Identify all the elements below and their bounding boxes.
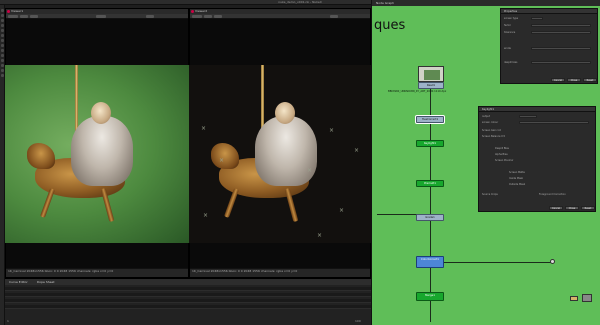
draw-icon[interactable] bbox=[1, 9, 4, 12]
properties-panel-b[interactable]: Keylight1 output screen colour Screen Ga… bbox=[478, 106, 596, 212]
viewer-info-text: 1K_Carnival 2048x1556 bbox: 0 0 2048 155… bbox=[192, 269, 298, 273]
channel-select[interactable] bbox=[192, 15, 202, 18]
prop-row-label: despill bias bbox=[504, 61, 518, 64]
prop-tolerance-slider[interactable] bbox=[531, 31, 591, 34]
tab-curve-editor[interactable]: Curve Editor bbox=[9, 279, 28, 285]
frame-end[interactable]: 100 bbox=[355, 319, 361, 323]
viewer-tab-icon bbox=[7, 10, 10, 13]
tab-dope-sheet[interactable]: Dope Sheet bbox=[37, 279, 55, 285]
prop-row-label: screen colour bbox=[482, 121, 499, 124]
deep-icon[interactable] bbox=[1, 64, 4, 67]
node-read[interactable]: Read1 bbox=[418, 82, 444, 89]
prop-screen-type-field[interactable] bbox=[531, 17, 543, 20]
prop-row-label: Despill Bias bbox=[495, 147, 509, 150]
cancel-button[interactable]: Cancel bbox=[551, 78, 565, 82]
timeline-track[interactable] bbox=[5, 293, 371, 297]
prop-row-label: tolerance bbox=[504, 31, 516, 34]
views-icon[interactable] bbox=[1, 49, 4, 52]
prop-row-label: Outside Mask bbox=[509, 183, 526, 186]
properties-header: Properties bbox=[501, 9, 597, 14]
toolsets-icon[interactable] bbox=[1, 69, 4, 72]
particles-icon[interactable] bbox=[1, 59, 4, 62]
node-wire bbox=[434, 262, 554, 263]
prop-row-label: erode bbox=[504, 47, 511, 50]
node-colorcorrect[interactable]: ColorCorrect1 bbox=[416, 256, 444, 268]
node-graph-title: ques bbox=[374, 18, 406, 33]
cancel-button[interactable]: Cancel bbox=[549, 206, 563, 210]
node-icon[interactable] bbox=[1, 14, 4, 17]
layer-select[interactable] bbox=[204, 15, 212, 18]
viewer-info-bar: 1K_Carnival 2048x1556 bbox: 0 0 2048 155… bbox=[190, 268, 370, 277]
prop-row-label: Screen Gain 1.0 bbox=[482, 129, 502, 132]
node-merge[interactable]: Merge1 bbox=[416, 292, 444, 301]
prop-screen-colour[interactable] bbox=[519, 121, 589, 124]
prop-row-label: output bbox=[482, 115, 490, 118]
thumbnail-image bbox=[424, 70, 440, 80]
input-a-select[interactable] bbox=[30, 15, 38, 18]
viewer-toolbar bbox=[190, 14, 370, 19]
prop-despill-slider[interactable] bbox=[531, 61, 591, 64]
node-graph-tabbar: Node Graph bbox=[372, 0, 600, 6]
keyer-icon[interactable] bbox=[1, 24, 4, 27]
timeline-tabs: Curve Editor Dope Sheet bbox=[5, 279, 371, 285]
properties-title: Keylight1 bbox=[482, 108, 495, 111]
prop-output-select[interactable] bbox=[519, 115, 537, 118]
properties-title: Properties bbox=[504, 10, 518, 13]
node-premult[interactable]: Premult1 bbox=[416, 180, 444, 187]
prop-row-label: Screen Balance 0.5 bbox=[482, 135, 506, 138]
timeline-track[interactable] bbox=[5, 305, 371, 309]
reset-button[interactable]: Reset bbox=[581, 206, 595, 210]
viewer-right[interactable]: Viewer2 1K_Carnival 2048x1556 bbox: 0 0 … bbox=[189, 8, 371, 278]
node-grade[interactable]: Grade1 bbox=[416, 214, 444, 221]
prop-row-label: Foreground Correction bbox=[539, 193, 566, 196]
close-button[interactable]: Close bbox=[565, 206, 579, 210]
other-icon[interactable] bbox=[1, 74, 4, 77]
prop-row-label: factor bbox=[504, 24, 512, 27]
prop-row-label: Inside Mask bbox=[509, 177, 524, 180]
close-button[interactable]: Close bbox=[567, 78, 581, 82]
timeline-track[interactable] bbox=[5, 287, 371, 291]
prop-factor-slider[interactable] bbox=[531, 24, 591, 27]
channel-select[interactable] bbox=[8, 15, 18, 18]
read-node-thumbnail[interactable] bbox=[418, 66, 444, 82]
prop-row-label: Screen Pre-blur bbox=[495, 159, 514, 162]
timeline-track[interactable] bbox=[5, 299, 371, 303]
zoom-select[interactable] bbox=[330, 15, 338, 18]
viewer-tab-icon bbox=[191, 10, 194, 13]
metadata-icon[interactable] bbox=[1, 54, 4, 57]
frame-start[interactable]: 1 bbox=[7, 319, 9, 323]
node-graph-tab[interactable]: Node Graph bbox=[376, 0, 394, 6]
node-huecorrect[interactable]: HueCorrect1 bbox=[416, 116, 444, 123]
zoom-select[interactable] bbox=[146, 15, 154, 18]
compare-select[interactable] bbox=[96, 15, 106, 18]
timeline-panel: Curve Editor Dope Sheet 1 100 bbox=[5, 278, 371, 325]
filter-icon[interactable] bbox=[1, 39, 4, 42]
merge-icon[interactable] bbox=[1, 34, 4, 37]
prop-erode-slider[interactable] bbox=[531, 47, 591, 50]
node-backdrop[interactable] bbox=[570, 296, 578, 301]
viewer-toolbar bbox=[6, 14, 188, 19]
prop-row-label: Screen Matte bbox=[509, 171, 525, 174]
properties-header: Keylight1 bbox=[479, 107, 595, 112]
viewer-info-bar: 1K_Carnival 2048x1556 bbox: 0 0 2048 155… bbox=[6, 268, 188, 277]
node-keylight[interactable]: Keylight1 bbox=[416, 140, 444, 147]
input-a-select[interactable] bbox=[214, 15, 222, 18]
viewer-left[interactable]: Viewer1 1K_Carnival 2048x1556 bbox: 0 0 … bbox=[5, 8, 189, 278]
properties-panel-a[interactable]: Properties screen type factor tolerance … bbox=[500, 8, 598, 84]
node-dot[interactable] bbox=[550, 259, 555, 264]
transform-icon[interactable] bbox=[1, 19, 4, 22]
prop-row-label: Source Crops bbox=[482, 193, 498, 196]
reset-button[interactable]: Reset bbox=[583, 78, 597, 82]
layer-select[interactable] bbox=[20, 15, 28, 18]
prop-row-label: Alpha Bias bbox=[495, 153, 508, 156]
viewer-info-text: 1K_Carnival 2048x1556 bbox: 0 0 2048 155… bbox=[8, 269, 114, 273]
3d-icon[interactable] bbox=[1, 44, 4, 47]
node-viewer[interactable] bbox=[582, 294, 592, 302]
prop-row-label: screen type bbox=[504, 17, 519, 20]
read-node-filename: BBCMAN_UNKNOWN_KY_ART_2000.1110.dpx bbox=[388, 90, 447, 93]
color-icon[interactable] bbox=[1, 29, 4, 32]
